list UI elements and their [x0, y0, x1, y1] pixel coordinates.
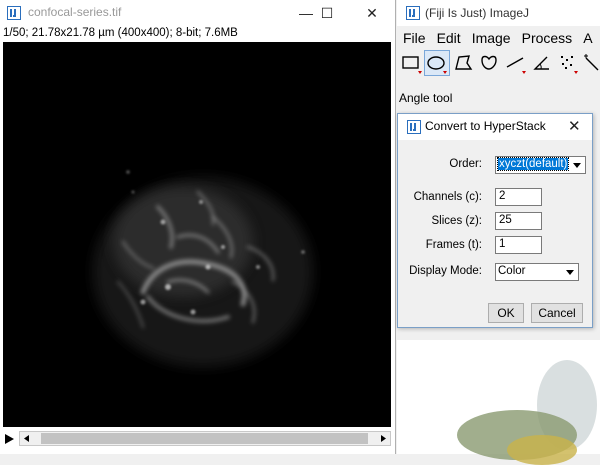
line-tool-icon[interactable] [502, 50, 528, 76]
display-mode-value: Color [498, 265, 526, 277]
dialog-title: Convert to HyperStack [425, 119, 546, 133]
freehand-tool-icon[interactable] [476, 50, 502, 76]
chevron-down-icon[interactable] [570, 158, 584, 172]
convert-to-hyperstack-dialog: Convert to HyperStack ✕ Order: xyczt(def… [397, 113, 593, 328]
confocal-image [3, 42, 391, 427]
imagej-titlebar[interactable]: (Fiji Is Just) ImageJ [397, 0, 600, 26]
imagej-app-icon [406, 6, 420, 23]
display-mode-select[interactable]: Color [495, 263, 579, 281]
image-window-titlebar[interactable]: confocal-series.tif — ☐ ✕ [0, 0, 395, 26]
frames-label: Frames (t): [425, 239, 482, 251]
imagej-title: (Fiji Is Just) ImageJ [425, 6, 530, 20]
oval-tool-icon[interactable] [424, 50, 450, 76]
scrollbar-track[interactable] [19, 431, 391, 446]
ok-button[interactable]: OK [488, 303, 524, 323]
slice-scrollbar[interactable] [3, 430, 391, 448]
cancel-button[interactable]: Cancel [531, 303, 583, 323]
menu-image[interactable]: Image [466, 27, 516, 46]
scroll-left-icon[interactable] [20, 432, 34, 445]
multipoint-tool-icon[interactable] [554, 50, 580, 76]
menu-edit[interactable]: Edit [431, 27, 466, 46]
play-icon[interactable] [3, 433, 15, 445]
angle-tool-icon[interactable] [528, 50, 554, 76]
order-value: xyczt(default) [496, 157, 570, 171]
menu-file[interactable]: File [397, 27, 431, 46]
imagej-app-icon [407, 120, 421, 137]
slices-label: Slices (z): [431, 215, 482, 227]
polygon-tool-icon[interactable] [450, 50, 476, 76]
channels-field[interactable]: 2 [495, 188, 542, 206]
display-mode-label: Display Mode: [409, 265, 482, 277]
desktop-background [397, 340, 600, 465]
menu-bar: File Edit Image Process A [397, 27, 598, 49]
menu-analyze[interactable]: A [577, 27, 597, 46]
dialog-titlebar[interactable]: Convert to HyperStack ✕ [398, 114, 592, 140]
status-bar: Angle tool [399, 91, 453, 105]
rectangle-tool-icon[interactable] [398, 50, 424, 76]
order-label: Order: [449, 158, 482, 170]
image-window: confocal-series.tif — ☐ ✕ 1/50; 21.78x21… [0, 0, 396, 454]
scrollbar-thumb[interactable] [41, 433, 368, 444]
dialog-close-button[interactable]: ✕ [568, 117, 581, 135]
image-info-line: 1/50; 21.78x21.78 µm (400x400); 8-bit; 7… [3, 27, 238, 39]
chevron-down-icon[interactable] [563, 265, 577, 279]
maximize-button[interactable]: ☐ [305, 0, 349, 26]
imagej-app-icon [7, 6, 21, 23]
frames-field[interactable]: 1 [495, 236, 542, 254]
channels-label: Channels (c): [413, 191, 482, 203]
close-button[interactable]: ✕ [350, 0, 394, 26]
wand-tool-icon[interactable] [580, 50, 600, 76]
scroll-right-icon[interactable] [376, 432, 390, 445]
order-select[interactable]: xyczt(default) [495, 156, 586, 174]
slices-field[interactable]: 25 [495, 212, 542, 230]
image-canvas[interactable] [3, 42, 391, 427]
window-title: confocal-series.tif [28, 5, 122, 19]
menu-process[interactable]: Process [516, 27, 578, 46]
